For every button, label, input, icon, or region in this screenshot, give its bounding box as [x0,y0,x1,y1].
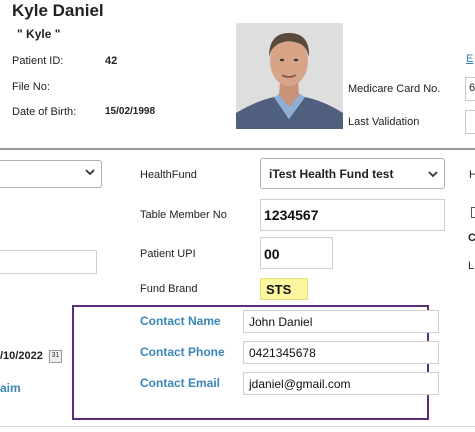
contact-phone-input[interactable]: 0421345678 [243,341,439,364]
patient-upi-input[interactable]: 00 [260,237,333,269]
table-member-value: 1234567 [264,207,319,223]
healthfund-label: HealthFund [140,169,197,181]
healthfund-value: iTest Health Fund test [269,167,394,181]
calendar-icon[interactable]: 31 [49,350,62,363]
medicare-card-label: Medicare Card No. [348,83,441,95]
file-no-label: File No: [12,81,50,93]
left-input[interactable] [0,250,97,274]
medicare-card-input[interactable]: 6 [465,77,475,101]
patient-upi-value: 00 [264,246,280,262]
patient-name: Kyle Daniel [12,1,104,20]
patient-photo [236,23,343,129]
bottom-divider [0,426,475,427]
table-member-input[interactable]: 1234567 [260,199,445,231]
patient-id-value: 42 [105,55,118,67]
left-date-field[interactable]: /10/2022 31 [0,346,80,368]
table-member-label: Table Member No [140,209,227,221]
left-select[interactable] [0,160,102,188]
contact-email-input[interactable]: jdaniel@gmail.com [243,372,439,395]
last-validation-input[interactable] [465,110,475,134]
fund-brand-value: STS [266,282,292,297]
right-edge-checkbox[interactable] [471,207,475,218]
right-edge-label-h: H [469,169,475,181]
right-edge-label-l: L [468,260,475,272]
patient-id-label: Patient ID: [12,55,64,67]
patient-nickname: " Kyle " [17,27,61,41]
right-edge-label-c: C [468,232,475,244]
medicare-card-value: 6 [469,82,475,94]
contact-email-label: Contact Email [140,376,221,390]
dob-value: 15/02/1998 [105,106,156,117]
fund-brand-value-box[interactable]: STS [260,278,308,300]
section-divider [0,148,475,150]
contact-name-label: Contact Name [140,314,221,328]
contact-phone-label: Contact Phone [140,345,225,359]
last-validation-label: Last Validation [348,116,420,128]
patient-upi-label: Patient UPI [140,248,196,260]
edit-link[interactable]: E [466,53,473,65]
fund-brand-label: Fund Brand [140,283,198,295]
chevron-down-icon [428,169,438,182]
left-date-value: /10/2022 [0,350,43,362]
chevron-down-icon [85,167,95,180]
dob-label: Date of Birth: [12,106,77,118]
left-partial-link[interactable]: aim [0,381,21,395]
contact-name-input[interactable]: John Daniel [243,310,439,333]
healthfund-select[interactable]: iTest Health Fund test [260,158,445,189]
